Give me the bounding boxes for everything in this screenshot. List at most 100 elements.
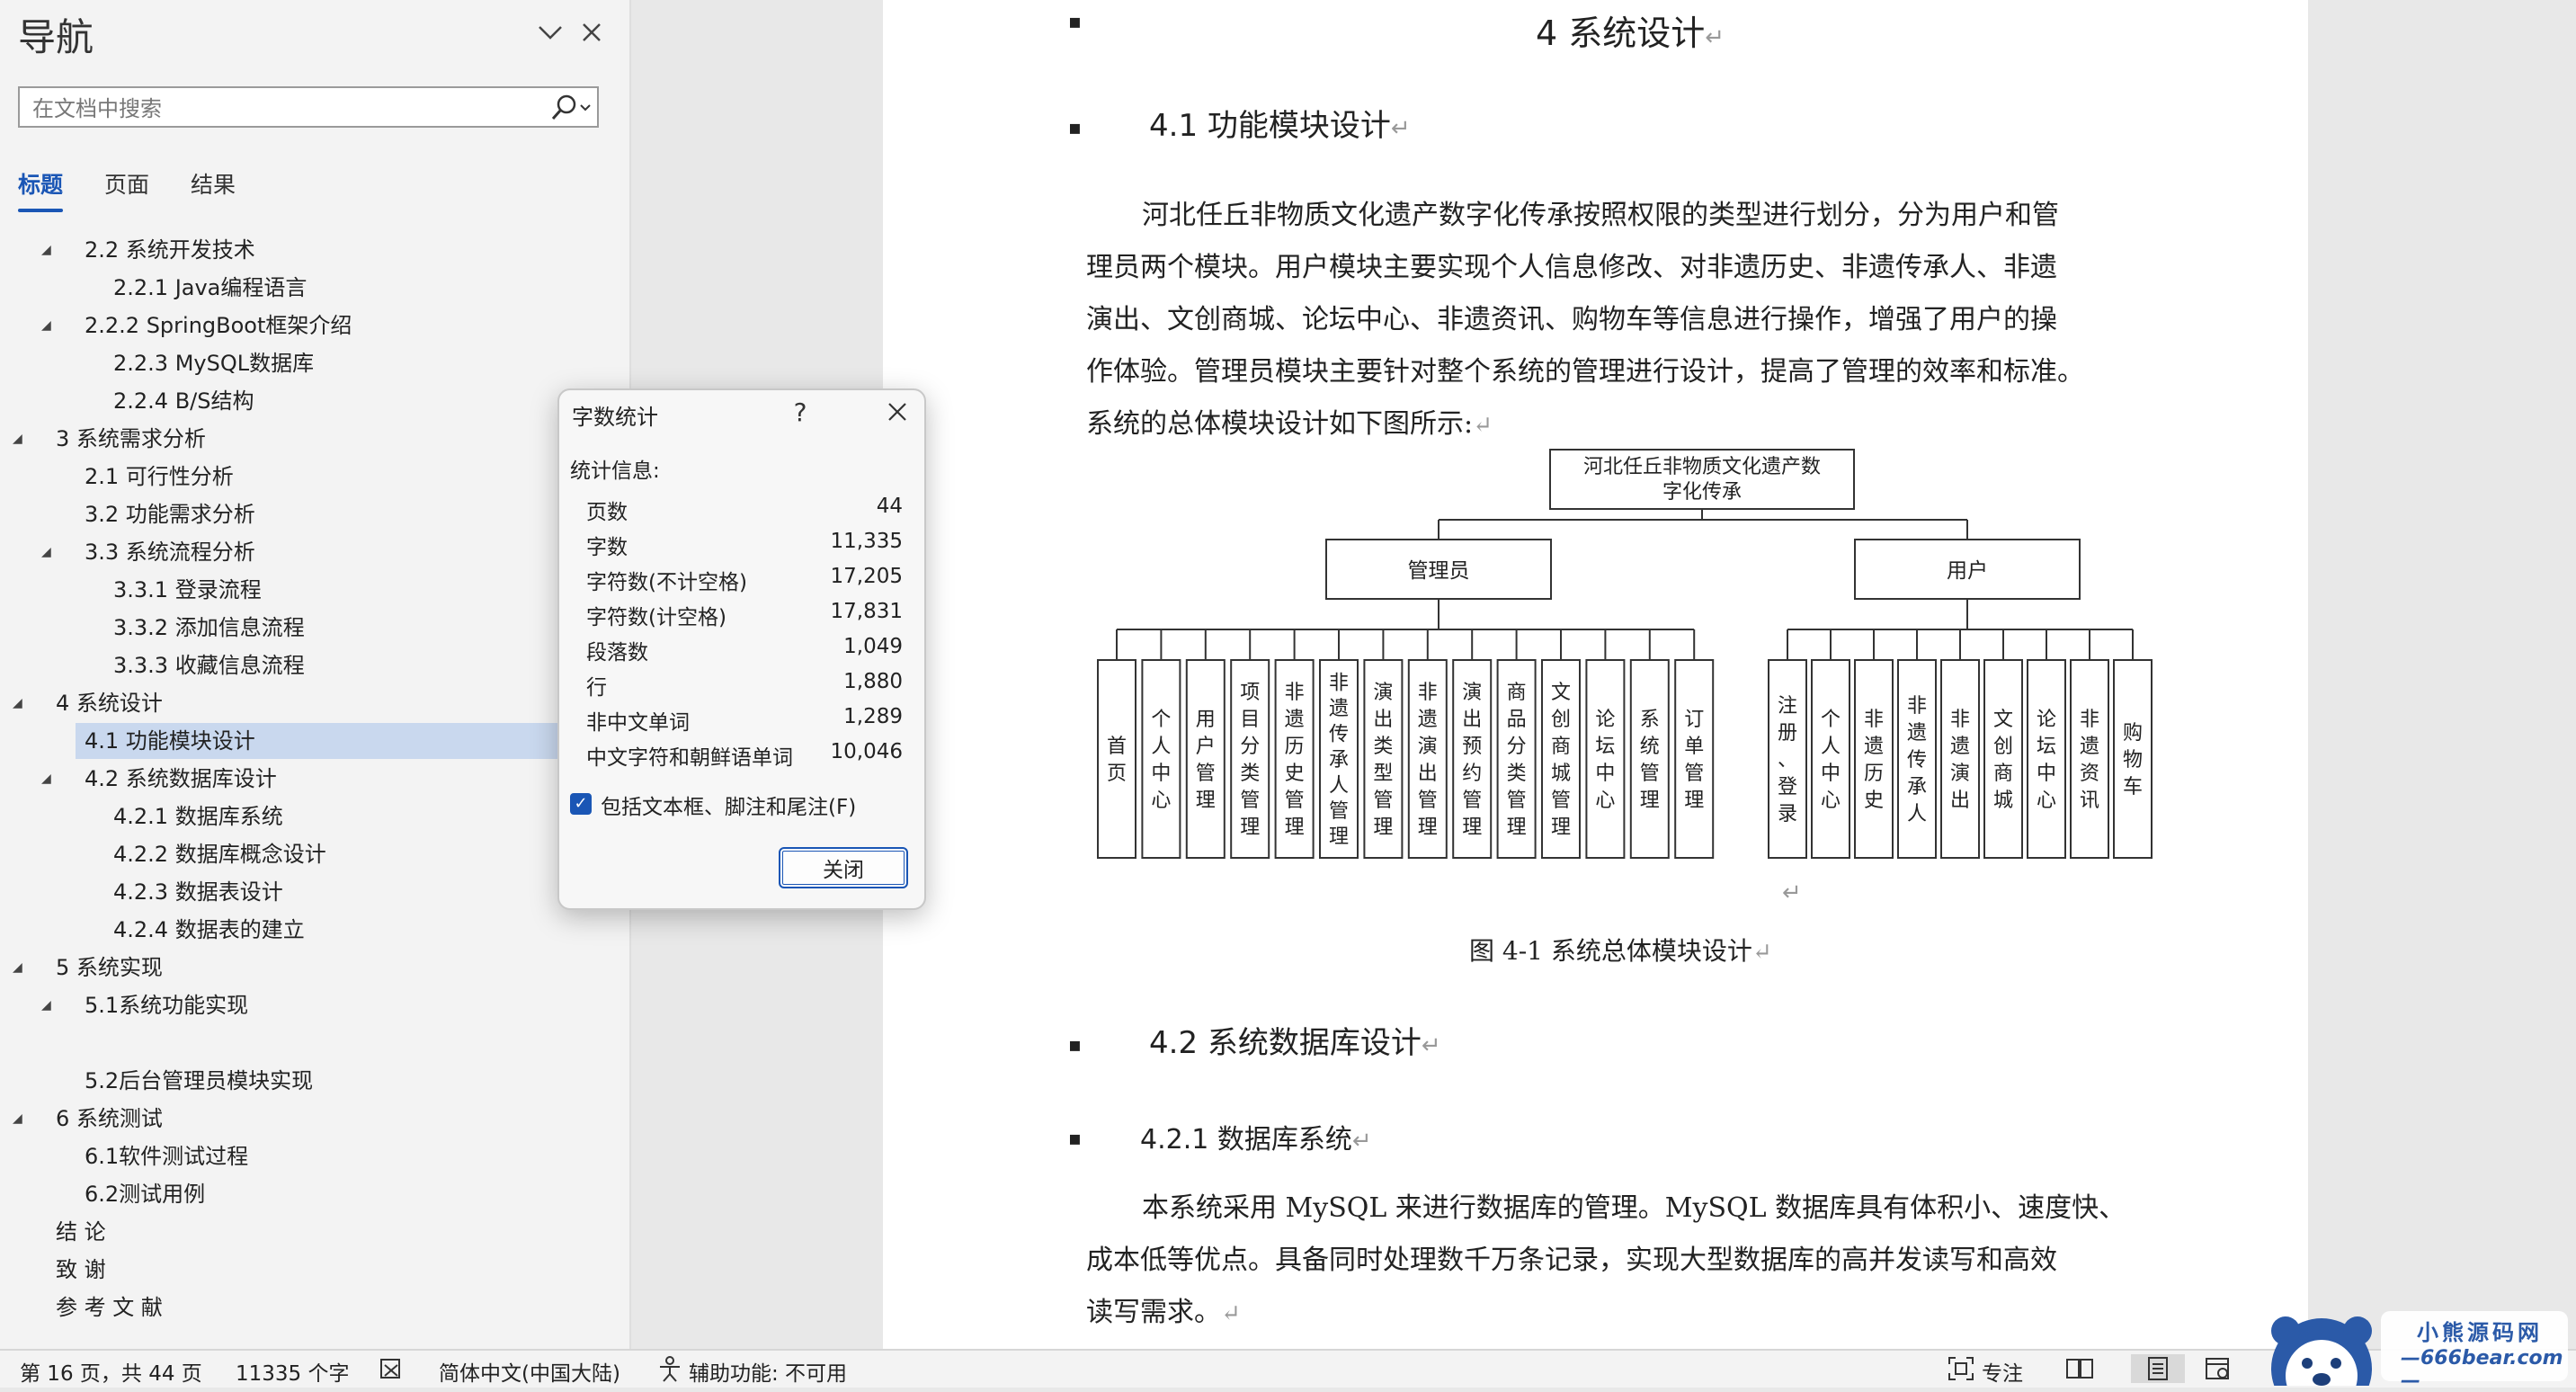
- expand-triangle-icon[interactable]: ◢: [41, 761, 51, 797]
- tree-item[interactable]: ◢ 2.2.2 SpringBoot框架介绍: [0, 308, 557, 344]
- paragraph-line: 读写需求。↵: [1086, 1289, 1241, 1329]
- tab-headings[interactable]: 标题: [18, 167, 64, 212]
- tree-item[interactable]: ◢ 4.2 系统数据库设计: [0, 761, 557, 797]
- tree-item[interactable]: 4.2.2 数据库概念设计: [0, 836, 557, 872]
- child-label-char: 管: [1285, 790, 1305, 812]
- expand-triangle-icon[interactable]: ◢: [13, 421, 22, 457]
- search-icon[interactable]: [545, 92, 593, 124]
- tree-item[interactable]: 2.2.4 B/S结构: [0, 383, 557, 419]
- tree-item[interactable]: 3.2 功能需求分析: [0, 496, 557, 532]
- status-bar: 第 16 页，共 44 页 11335 个字 简体中文(中国大陆) 辅助功能: …: [0, 1349, 2576, 1388]
- tree-item[interactable]: 3.3.3 收藏信息流程: [0, 647, 557, 683]
- language-status[interactable]: 简体中文(中国大陆): [439, 1356, 620, 1387]
- stat-value: 1,880: [843, 670, 903, 693]
- tree-item[interactable]: ◢ 3 系统需求分析: [0, 421, 557, 457]
- child-label-char: 商: [1551, 736, 1571, 758]
- child-label-char: 传: [1907, 749, 1927, 772]
- print-layout-icon[interactable]: [2131, 1354, 2185, 1383]
- module-diagram: 河北任丘非物质文化遗产数字化传承管理员首页个人中心用户管理项目分类管理非遗历史管…: [1097, 449, 2153, 859]
- dialog-close-icon[interactable]: [879, 394, 915, 430]
- tree-item[interactable]: 4.2.1 数据库系统: [0, 799, 557, 834]
- child-label-char: 理: [1462, 816, 1482, 839]
- tree-item[interactable]: 参 考 文 献: [0, 1289, 557, 1325]
- document-page[interactable]: ▪ 4 系统设计↵ ▪ 4.1 功能模块设计↵ 河北任丘非物质文化遗产数字化传承…: [883, 0, 2308, 1349]
- child-label-char: 历: [1864, 763, 1884, 785]
- tree-item[interactable]: 2.1 可行性分析: [0, 459, 557, 495]
- expand-triangle-icon[interactable]: ◢: [13, 1101, 22, 1137]
- child-label-char: 理: [1507, 816, 1527, 839]
- accessibility-status[interactable]: 辅助功能: 不可用: [689, 1356, 847, 1387]
- child-label-char: 人: [1151, 736, 1171, 758]
- help-icon[interactable]: ?: [782, 394, 818, 430]
- heading-2-text: 4.2 系统数据库设计: [1149, 1025, 1422, 1061]
- child-label-char: 理: [1373, 816, 1393, 839]
- nav-close-icon[interactable]: [572, 13, 611, 52]
- proofing-icon[interactable]: [378, 1354, 408, 1383]
- child-label-char: 非: [2080, 709, 2099, 731]
- tree-item[interactable]: 4.2.3 数据表设计: [0, 874, 557, 910]
- nav-options-chevron-icon[interactable]: [530, 13, 570, 52]
- child-label-char: 首: [1107, 736, 1127, 758]
- tree-item[interactable]: 5.2后台管理员模块实现: [0, 1063, 557, 1099]
- nav-search-input[interactable]: [31, 94, 538, 124]
- tree-item[interactable]: 2.2.3 MySQL数据库: [0, 345, 557, 381]
- child-label-char: 理: [1240, 816, 1260, 839]
- nav-title: 导航: [18, 15, 94, 59]
- focus-mode-label[interactable]: 专注: [1982, 1356, 2023, 1387]
- child-label-char: 订: [1684, 709, 1704, 731]
- tree-item[interactable]: ◢ 5 系统实现: [0, 950, 557, 986]
- tree-item[interactable]: 6.2测试用例: [0, 1176, 557, 1212]
- tree-item-label: 4.2 系统数据库设计: [85, 766, 277, 791]
- child-label-char: 管: [1684, 763, 1704, 785]
- tree-item[interactable]: 4.1 功能模块设计: [76, 723, 561, 759]
- heading-3-dbsystem: 4.2.1 数据库系统↵: [1140, 1117, 1372, 1156]
- checkbox-label: 包括文本框、脚注和尾注(F): [601, 796, 857, 819]
- child-label-char: 系: [1640, 709, 1660, 731]
- expand-triangle-icon[interactable]: ◢: [41, 987, 51, 1023]
- tree-item[interactable]: 6.1软件测试过程: [0, 1138, 557, 1174]
- child-label-char: 遗: [1329, 698, 1349, 720]
- close-button[interactable]: 关闭: [779, 847, 908, 888]
- tab-results[interactable]: 结果: [191, 167, 236, 200]
- page-count-status[interactable]: 第 16 页，共 44 页: [20, 1356, 202, 1387]
- word-count-status[interactable]: 11335 个字: [236, 1356, 349, 1387]
- expand-triangle-icon[interactable]: ◢: [13, 685, 22, 721]
- stat-label: 段落数: [586, 641, 648, 665]
- tree-item-label: 2.2.1 Java编程语言: [113, 275, 308, 300]
- tree-item[interactable]: 2.2.1 Java编程语言: [0, 270, 557, 306]
- child-box: [1097, 659, 1136, 859]
- tree-item[interactable]: 结 论: [0, 1214, 557, 1250]
- tree-item[interactable]: ◢ 4 系统设计: [0, 685, 557, 721]
- child-label-char: 文: [1551, 682, 1571, 704]
- child-box: [2070, 659, 2109, 859]
- tree-item[interactable]: 4.2.4 数据表的建立: [0, 912, 557, 948]
- tree-item[interactable]: ◢ 5.1系统功能实现: [0, 987, 557, 1023]
- expand-triangle-icon[interactable]: ◢: [41, 534, 51, 570]
- expand-triangle-icon[interactable]: ◢: [41, 308, 51, 344]
- tree-item[interactable]: ◢ 6 系统测试: [0, 1101, 557, 1137]
- stat-value: 1,289: [843, 705, 903, 728]
- tree-item[interactable]: [0, 1025, 557, 1061]
- tree-item[interactable]: ◢ 2.2 系统开发技术: [0, 232, 557, 268]
- tree-item-label: 3.2 功能需求分析: [85, 502, 255, 527]
- tree-item[interactable]: 3.3.2 添加信息流程: [0, 610, 557, 646]
- child-label-char: 心: [2037, 790, 2056, 812]
- tree-item[interactable]: ◢ 3.3 系统流程分析: [0, 534, 557, 570]
- child-label-char: 演: [1950, 763, 1970, 785]
- expand-triangle-icon[interactable]: ◢: [13, 950, 22, 986]
- child-label-char: 城: [1993, 790, 2013, 812]
- child-label-char: 管: [1462, 790, 1482, 812]
- return-mark-icon: ↵: [1221, 1300, 1241, 1327]
- child-box: [1940, 659, 1980, 859]
- web-layout-icon[interactable]: [2203, 1354, 2233, 1383]
- child-label-char: 承: [1329, 749, 1349, 772]
- expand-triangle-icon[interactable]: ◢: [41, 232, 51, 268]
- tab-pages[interactable]: 页面: [104, 167, 149, 200]
- child-label-char: 管: [1507, 790, 1527, 812]
- tree-item[interactable]: 3.3.1 登录流程: [0, 572, 557, 608]
- tree-item[interactable]: 致 谢: [0, 1252, 557, 1288]
- accessibility-icon[interactable]: [655, 1354, 685, 1383]
- read-mode-icon[interactable]: [2064, 1354, 2095, 1383]
- child-label-char: 型: [1373, 763, 1393, 785]
- focus-mode-icon[interactable]: [1946, 1354, 1976, 1383]
